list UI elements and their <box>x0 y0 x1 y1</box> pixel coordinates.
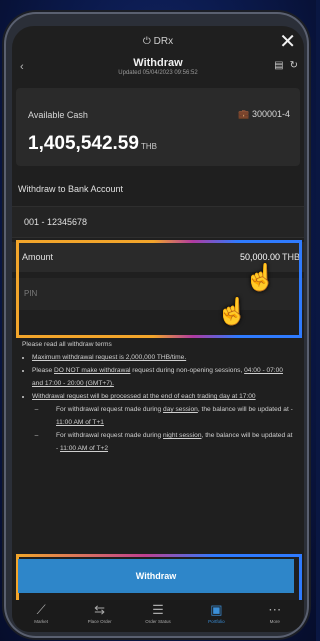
power-icon: ⏻ <box>142 36 151 47</box>
tab-portfolio[interactable]: ▣ Portfolio <box>187 600 245 624</box>
bank-section-title: Withdraw to Bank Account <box>18 184 124 194</box>
cash-amount: 1,405,542.59 THB <box>28 133 157 154</box>
term-item: Please DO NOT make withdrawal request du… <box>32 364 294 390</box>
bank-account-value: 001 - 12345678 <box>24 217 88 227</box>
term-subitem: For withdrawal request made during day s… <box>42 403 294 429</box>
tab-order-status[interactable]: ☰ Order Status <box>129 600 187 624</box>
list-icon: ☰ <box>152 602 164 617</box>
withdraw-button[interactable]: Withdraw <box>18 559 294 593</box>
page-title: Withdraw <box>133 57 183 69</box>
transfer-icon: ⇆ <box>94 602 106 617</box>
tap-hand-icon: ☝ <box>244 262 277 292</box>
term-item: Withdrawal request will be processed at … <box>32 390 294 455</box>
tab-market[interactable]: ⟋ Market <box>12 600 70 624</box>
cash-currency: THB <box>140 142 157 151</box>
withdraw-terms: Please read all withdraw terms Maximum w… <box>22 338 294 455</box>
tab-place-order[interactable]: ⇆ Place Order <box>71 600 129 624</box>
more-icon: ⋯ <box>268 602 282 617</box>
tab-more[interactable]: ⋯ More <box>246 600 304 624</box>
app-screen: ⏻ DRx ✕ ‹ Withdraw Updated 05/04/2023 09… <box>12 26 304 632</box>
document-icon[interactable]: ▤ <box>274 60 283 71</box>
term-item: Maximum withdrawal request is 2,000,000 … <box>32 351 294 364</box>
brand-label: ⏻ DRx <box>142 36 174 47</box>
title-actions: ▤ ↻ <box>274 60 298 71</box>
available-cash-label: Available Cash <box>28 110 88 120</box>
refresh-icon[interactable]: ↻ <box>290 60 298 71</box>
bottom-tab-bar: ⟋ Market ⇆ Place Order ☰ Order Status ▣ … <box>12 600 304 632</box>
term-subitem: For withdrawal request made during night… <box>42 429 294 455</box>
bank-account-selector[interactable]: 001 - 12345678 <box>12 206 304 238</box>
title-bar: ‹ Withdraw Updated 05/04/2023 09:56:52 ▤… <box>12 54 304 84</box>
terms-heading: Please read all withdraw terms <box>22 341 112 348</box>
briefcase-icon: 💼 <box>238 109 250 119</box>
updated-timestamp: Updated 05/04/2023 09:56:52 <box>118 70 198 76</box>
tap-hand-icon: ☝ <box>216 296 249 326</box>
portfolio-icon: ▣ <box>210 602 223 617</box>
chart-icon: ⟋ <box>36 602 46 617</box>
cash-card: Available Cash 💼 300001-4 1,405,542.59 TH… <box>16 88 300 166</box>
account-number[interactable]: 💼 300001-4 <box>238 109 290 120</box>
close-icon[interactable]: ✕ <box>279 32 296 52</box>
